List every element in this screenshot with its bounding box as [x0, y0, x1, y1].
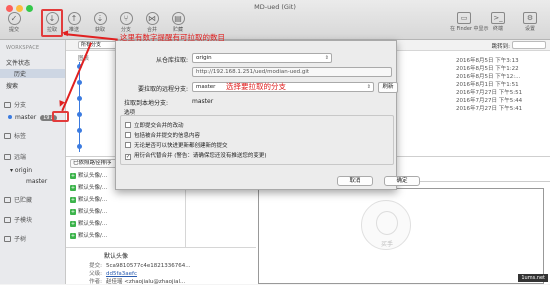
always-create-commit-checkbox[interactable]: 无论是否可以快进更新都创建新的提交 — [125, 141, 228, 149]
sidebar-item-search[interactable]: 搜索 — [6, 81, 18, 90]
commit-details: 默认头像 提交: 5ca9810577c4e1821336764... 父级: dd… — [66, 247, 256, 285]
commit-date[interactable]: 2016年8月1日 下午1:51 — [456, 80, 550, 88]
added-icon: + — [70, 197, 76, 203]
checkmark-icon: ✓ — [125, 154, 131, 160]
workspace-header: WORKSPACE — [6, 45, 40, 51]
added-icon: + — [70, 209, 76, 215]
push-icon: ↑ — [67, 12, 81, 25]
arrow-head-icon — [61, 29, 69, 37]
current-branch-dot-icon — [8, 115, 12, 119]
from-repo-select[interactable]: origin ⇕ — [192, 53, 332, 63]
commit-date[interactable]: 2016年8月5日 下午12:... — [456, 72, 550, 80]
cloud-icon — [4, 154, 11, 160]
options-group: 立即提交合并的改动 包括被合并提交的信息内容 无论是否可以快进更新都创建新的提交… — [120, 115, 394, 165]
branch-section-icon — [4, 102, 11, 108]
commit-node[interactable] — [77, 112, 82, 117]
fetch-button[interactable]: ⇣ 获取 — [90, 12, 110, 38]
app-window: MD-ued (Git) ✓ 提交 ↓ 拉取 ↑ 推送 ⇣ 获取 ⑂ 分支 ⋈ … — [0, 0, 550, 285]
pull-note-annotation: 这里有数字提醒有可拉取的数目 — [120, 33, 225, 42]
added-icon: + — [70, 185, 76, 191]
sidebar: WORKSPACE 文件状态 历史 搜索 分支 master 19↓ 标签 远端… — [0, 40, 66, 284]
branch-icon: ⑂ — [119, 12, 133, 25]
commit-date[interactable]: 2016年7月27日 下午5:51 — [456, 88, 550, 96]
commit-node[interactable] — [77, 128, 82, 133]
sidebar-item-master[interactable]: master 19↓ — [8, 114, 57, 121]
ok-button[interactable]: 确定 — [384, 176, 420, 186]
subtree-icon — [4, 236, 11, 242]
select-arrows-icon: ⇕ — [324, 55, 329, 61]
submodule-icon — [4, 217, 11, 223]
pull-badge-highlight — [52, 111, 69, 122]
window-title: MD-ued (Git) — [254, 3, 296, 11]
commit-hash-row: 提交: 5ca9810577c4e1821336764... — [89, 263, 191, 269]
stash-section-icon — [4, 197, 11, 203]
local-branch-value: master — [192, 98, 214, 105]
site-watermark: 1ums.net — [518, 274, 548, 282]
commit-node[interactable] — [77, 96, 82, 101]
sidebar-item-origin-master[interactable]: master — [26, 178, 47, 185]
settings-button[interactable]: ⚙ 设置 — [516, 12, 544, 38]
avatar-watermark: 买手 — [361, 200, 411, 250]
file-row[interactable]: + 默认头像/... — [70, 219, 107, 227]
commit-icon: ✓ — [7, 12, 21, 25]
jump-to-label: 跳转到: — [491, 44, 510, 50]
commit-merged-changes-checkbox[interactable]: 立即提交合并的改动 — [125, 121, 184, 129]
commit-date[interactable]: 2016年7月27日 下午5:44 — [456, 96, 550, 104]
remote-branch-label: 要拉取的远程分支: — [137, 86, 188, 93]
sidebar-item-file-status[interactable]: 文件状态 — [6, 58, 30, 67]
added-icon: + — [70, 173, 76, 179]
commit-message: 默认头像 — [104, 253, 129, 260]
sidebar-section-subtrees[interactable]: 子树 — [4, 234, 26, 243]
terminal-button[interactable]: >_ 终端 — [484, 12, 512, 38]
commit-button[interactable]: ✓ 提交 — [4, 12, 24, 38]
file-row[interactable]: + 默认头像/... — [70, 171, 107, 179]
commit-date[interactable]: 2016年8月5日 下午3:13 — [456, 56, 550, 64]
checkbox-icon — [125, 122, 131, 128]
sidebar-section-submodules[interactable]: 子模块 — [4, 215, 32, 224]
added-icon: + — [70, 221, 76, 227]
avatar-face-icon — [376, 211, 398, 235]
finder-icon: ▭ — [457, 12, 471, 24]
jump-to-input[interactable] — [512, 41, 546, 49]
pull-dialog: 从仓库拉取: origin ⇕ http://192.168.1.251/ued/… — [115, 40, 420, 190]
branch-filter-select[interactable]: 所有分支 — [78, 41, 118, 49]
commit-graph-line — [79, 62, 80, 152]
commit-node[interactable] — [77, 80, 82, 85]
checkbox-icon — [125, 142, 131, 148]
include-merged-messages-checkbox[interactable]: 包括被合并提交的信息内容 — [125, 131, 200, 139]
merge-icon: ⋈ — [145, 12, 159, 25]
sidebar-section-remotes[interactable]: 远端 — [4, 152, 26, 161]
repo-url-field: http://192.168.1.251/ued/modian-ued.git — [192, 67, 392, 77]
file-row[interactable]: + 默认头像/... — [70, 195, 107, 203]
sidebar-item-origin[interactable]: ▾ origin — [10, 167, 32, 174]
sidebar-section-stashes[interactable]: 已贮藏 — [4, 195, 32, 204]
added-icon: + — [70, 233, 76, 239]
refresh-button[interactable]: 刷新 — [378, 82, 398, 93]
file-row[interactable]: + 默认头像/... — [70, 207, 107, 215]
sidebar-section-tags[interactable]: 标签 — [4, 131, 26, 140]
from-repo-label: 从仓库拉取: — [155, 57, 188, 64]
cancel-button[interactable]: 取消 — [337, 176, 373, 186]
file-row[interactable]: + 默认头像/... — [70, 183, 107, 191]
sidebar-section-branches[interactable]: 分支 — [4, 100, 26, 109]
local-branch-label: 拉取到本地分支: — [124, 100, 169, 107]
terminal-icon: >_ — [491, 12, 505, 24]
file-row[interactable]: + 默认头像/... — [70, 231, 107, 239]
commit-date-column: 2016年8月5日 下午3:13 2016年8月5日 下午1:22 2016年8… — [456, 56, 550, 112]
rebase-instead-checkbox[interactable]: ✓ 用衍合代替合并 (警告：请确保您还没有推送您的变更) — [125, 151, 267, 160]
commit-date[interactable]: 2016年8月5日 下午1:22 — [456, 64, 550, 72]
checkbox-icon — [125, 132, 131, 138]
fetch-icon: ⇣ — [93, 12, 107, 25]
stash-icon: ▤ — [171, 12, 185, 25]
branch-note-annotation: 选择要拉取的分支 — [226, 82, 286, 91]
show-in-finder-button[interactable]: ▭ 在 Finder 中显示 — [450, 12, 489, 38]
select-arrows-icon: ⇕ — [366, 84, 371, 90]
commit-parent-row: 父级: dd5fa3aefc — [89, 271, 138, 277]
commit-node[interactable] — [77, 144, 82, 149]
sidebar-item-history[interactable]: 历史 — [0, 69, 65, 78]
settings-icon: ⚙ — [523, 12, 537, 24]
commit-date[interactable]: 2016年7月27日 下午5:41 — [456, 104, 550, 112]
pull-button-highlight — [41, 9, 63, 37]
tag-icon — [4, 133, 11, 139]
